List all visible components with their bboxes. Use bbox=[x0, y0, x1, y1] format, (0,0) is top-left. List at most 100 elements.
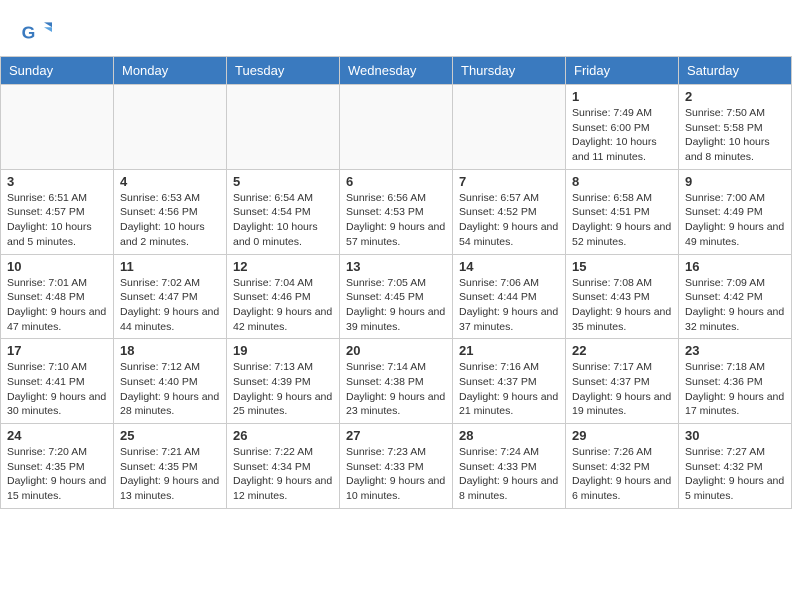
day-info: Sunrise: 7:50 AM Sunset: 5:58 PM Dayligh… bbox=[685, 106, 785, 165]
day-number: 12 bbox=[233, 259, 333, 274]
calendar-table: SundayMondayTuesdayWednesdayThursdayFrid… bbox=[0, 56, 792, 509]
calendar-cell: 20 Sunrise: 7:14 AM Sunset: 4:38 PM Dayli… bbox=[340, 339, 453, 424]
calendar-cell: 13 Sunrise: 7:05 AM Sunset: 4:45 PM Dayli… bbox=[340, 254, 453, 339]
day-number: 5 bbox=[233, 174, 333, 189]
day-number: 7 bbox=[459, 174, 559, 189]
calendar-cell: 26 Sunrise: 7:22 AM Sunset: 4:34 PM Dayli… bbox=[227, 424, 340, 509]
calendar-cell: 29 Sunrise: 7:26 AM Sunset: 4:32 PM Dayli… bbox=[566, 424, 679, 509]
week-row-5: 24Sunrise: 7:20 AM Sunset: 4:35 PM Dayli… bbox=[1, 424, 792, 509]
day-info: Sunrise: 7:10 AM Sunset: 4:41 PM Dayligh… bbox=[7, 360, 107, 419]
day-info: Sunrise: 7:01 AM Sunset: 4:48 PM Dayligh… bbox=[7, 276, 107, 335]
day-number: 21 bbox=[459, 343, 559, 358]
calendar-cell: 10 Sunrise: 7:01 AM Sunset: 4:48 PM Dayli… bbox=[1, 254, 114, 339]
day-number: 8 bbox=[572, 174, 672, 189]
calendar-cell bbox=[114, 85, 227, 170]
calendar-cell: 24Sunrise: 7:20 AM Sunset: 4:35 PM Dayli… bbox=[1, 424, 114, 509]
day-info: Sunrise: 7:21 AM Sunset: 4:35 PM Dayligh… bbox=[120, 445, 220, 504]
day-info: Sunrise: 7:05 AM Sunset: 4:45 PM Dayligh… bbox=[346, 276, 446, 335]
day-number: 13 bbox=[346, 259, 446, 274]
day-info: Sunrise: 7:22 AM Sunset: 4:34 PM Dayligh… bbox=[233, 445, 333, 504]
day-number: 10 bbox=[7, 259, 107, 274]
svg-text:G: G bbox=[22, 22, 36, 42]
calendar-cell: 4 Sunrise: 6:53 AM Sunset: 4:56 PM Daylig… bbox=[114, 169, 227, 254]
day-info: Sunrise: 7:16 AM Sunset: 4:37 PM Dayligh… bbox=[459, 360, 559, 419]
calendar-cell: 27 Sunrise: 7:23 AM Sunset: 4:33 PM Dayli… bbox=[340, 424, 453, 509]
weekday-header-wednesday: Wednesday bbox=[340, 57, 453, 85]
calendar-cell: 19 Sunrise: 7:13 AM Sunset: 4:39 PM Dayli… bbox=[227, 339, 340, 424]
day-info: Sunrise: 7:27 AM Sunset: 4:32 PM Dayligh… bbox=[685, 445, 785, 504]
calendar-cell: 8 Sunrise: 6:58 AM Sunset: 4:51 PM Daylig… bbox=[566, 169, 679, 254]
day-info: Sunrise: 7:14 AM Sunset: 4:38 PM Dayligh… bbox=[346, 360, 446, 419]
day-info: Sunrise: 7:04 AM Sunset: 4:46 PM Dayligh… bbox=[233, 276, 333, 335]
day-number: 20 bbox=[346, 343, 446, 358]
day-info: Sunrise: 7:24 AM Sunset: 4:33 PM Dayligh… bbox=[459, 445, 559, 504]
day-number: 4 bbox=[120, 174, 220, 189]
week-row-4: 17 Sunrise: 7:10 AM Sunset: 4:41 PM Dayli… bbox=[1, 339, 792, 424]
day-number: 2 bbox=[685, 89, 785, 104]
logo-icon: G bbox=[20, 16, 52, 48]
day-number: 14 bbox=[459, 259, 559, 274]
weekday-header-friday: Friday bbox=[566, 57, 679, 85]
day-info: Sunrise: 7:12 AM Sunset: 4:40 PM Dayligh… bbox=[120, 360, 220, 419]
day-info: Sunrise: 7:23 AM Sunset: 4:33 PM Dayligh… bbox=[346, 445, 446, 504]
day-info: Sunrise: 7:02 AM Sunset: 4:47 PM Dayligh… bbox=[120, 276, 220, 335]
day-number: 22 bbox=[572, 343, 672, 358]
day-info: Sunrise: 7:26 AM Sunset: 4:32 PM Dayligh… bbox=[572, 445, 672, 504]
calendar-cell bbox=[227, 85, 340, 170]
calendar-cell: 3 Sunrise: 6:51 AM Sunset: 4:57 PM Daylig… bbox=[1, 169, 114, 254]
calendar-cell: 30Sunrise: 7:27 AM Sunset: 4:32 PM Dayli… bbox=[679, 424, 792, 509]
day-number: 23 bbox=[685, 343, 785, 358]
calendar-cell: 1 Sunrise: 7:49 AM Sunset: 6:00 PM Daylig… bbox=[566, 85, 679, 170]
day-number: 1 bbox=[572, 89, 672, 104]
calendar-cell: 23 Sunrise: 7:18 AM Sunset: 4:36 PM Dayli… bbox=[679, 339, 792, 424]
day-number: 17 bbox=[7, 343, 107, 358]
day-info: Sunrise: 7:49 AM Sunset: 6:00 PM Dayligh… bbox=[572, 106, 672, 165]
day-info: Sunrise: 6:58 AM Sunset: 4:51 PM Dayligh… bbox=[572, 191, 672, 250]
day-info: Sunrise: 6:51 AM Sunset: 4:57 PM Dayligh… bbox=[7, 191, 107, 250]
day-number: 15 bbox=[572, 259, 672, 274]
calendar-cell bbox=[340, 85, 453, 170]
day-number: 27 bbox=[346, 428, 446, 443]
calendar-cell bbox=[453, 85, 566, 170]
weekday-header-thursday: Thursday bbox=[453, 57, 566, 85]
calendar-cell: 12 Sunrise: 7:04 AM Sunset: 4:46 PM Dayli… bbox=[227, 254, 340, 339]
week-row-1: 1 Sunrise: 7:49 AM Sunset: 6:00 PM Daylig… bbox=[1, 85, 792, 170]
day-number: 29 bbox=[572, 428, 672, 443]
weekday-header-row: SundayMondayTuesdayWednesdayThursdayFrid… bbox=[1, 57, 792, 85]
day-number: 16 bbox=[685, 259, 785, 274]
weekday-header-tuesday: Tuesday bbox=[227, 57, 340, 85]
day-info: Sunrise: 6:54 AM Sunset: 4:54 PM Dayligh… bbox=[233, 191, 333, 250]
calendar-cell: 5 Sunrise: 6:54 AM Sunset: 4:54 PM Daylig… bbox=[227, 169, 340, 254]
day-number: 18 bbox=[120, 343, 220, 358]
logo: G bbox=[20, 16, 56, 48]
calendar-cell: 7 Sunrise: 6:57 AM Sunset: 4:52 PM Daylig… bbox=[453, 169, 566, 254]
weekday-header-sunday: Sunday bbox=[1, 57, 114, 85]
day-info: Sunrise: 7:00 AM Sunset: 4:49 PM Dayligh… bbox=[685, 191, 785, 250]
day-info: Sunrise: 6:53 AM Sunset: 4:56 PM Dayligh… bbox=[120, 191, 220, 250]
week-row-2: 3 Sunrise: 6:51 AM Sunset: 4:57 PM Daylig… bbox=[1, 169, 792, 254]
calendar-cell: 9 Sunrise: 7:00 AM Sunset: 4:49 PM Daylig… bbox=[679, 169, 792, 254]
day-number: 25 bbox=[120, 428, 220, 443]
calendar-cell: 16Sunrise: 7:09 AM Sunset: 4:42 PM Dayli… bbox=[679, 254, 792, 339]
calendar-cell bbox=[1, 85, 114, 170]
day-number: 3 bbox=[7, 174, 107, 189]
calendar-cell: 17 Sunrise: 7:10 AM Sunset: 4:41 PM Dayli… bbox=[1, 339, 114, 424]
day-number: 19 bbox=[233, 343, 333, 358]
day-info: Sunrise: 7:13 AM Sunset: 4:39 PM Dayligh… bbox=[233, 360, 333, 419]
calendar-cell: 22 Sunrise: 7:17 AM Sunset: 4:37 PM Dayli… bbox=[566, 339, 679, 424]
calendar-cell: 14Sunrise: 7:06 AM Sunset: 4:44 PM Dayli… bbox=[453, 254, 566, 339]
day-number: 26 bbox=[233, 428, 333, 443]
day-info: Sunrise: 7:17 AM Sunset: 4:37 PM Dayligh… bbox=[572, 360, 672, 419]
calendar-cell: 11Sunrise: 7:02 AM Sunset: 4:47 PM Dayli… bbox=[114, 254, 227, 339]
weekday-header-saturday: Saturday bbox=[679, 57, 792, 85]
day-info: Sunrise: 7:18 AM Sunset: 4:36 PM Dayligh… bbox=[685, 360, 785, 419]
calendar-cell: 21 Sunrise: 7:16 AM Sunset: 4:37 PM Dayli… bbox=[453, 339, 566, 424]
calendar-cell: 2 Sunrise: 7:50 AM Sunset: 5:58 PM Daylig… bbox=[679, 85, 792, 170]
day-number: 9 bbox=[685, 174, 785, 189]
week-row-3: 10 Sunrise: 7:01 AM Sunset: 4:48 PM Dayli… bbox=[1, 254, 792, 339]
day-number: 6 bbox=[346, 174, 446, 189]
day-info: Sunrise: 6:57 AM Sunset: 4:52 PM Dayligh… bbox=[459, 191, 559, 250]
calendar-cell: 28Sunrise: 7:24 AM Sunset: 4:33 PM Dayli… bbox=[453, 424, 566, 509]
page-header: G bbox=[0, 0, 792, 56]
day-number: 24 bbox=[7, 428, 107, 443]
